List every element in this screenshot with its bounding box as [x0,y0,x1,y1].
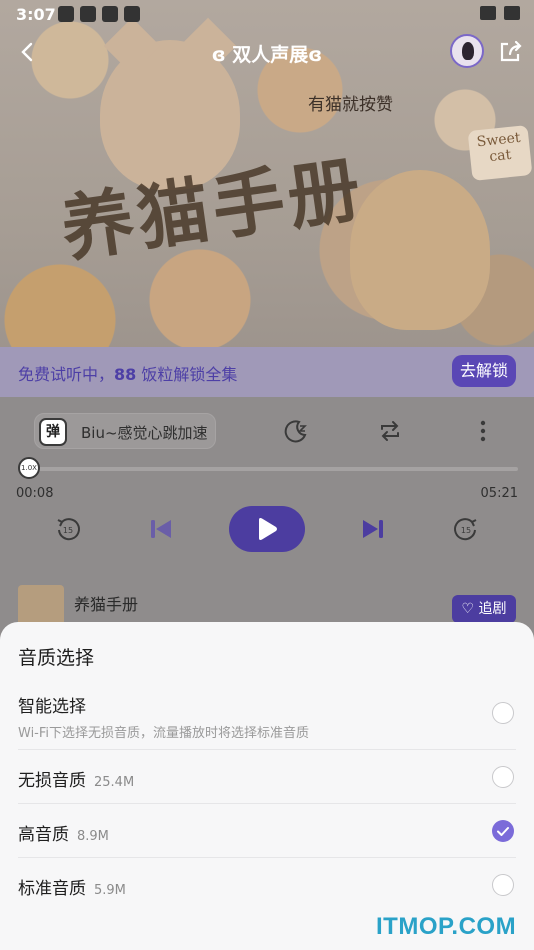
option-label: 高音质 [18,825,69,845]
danmu-tag: 弹 [39,418,67,446]
option-label: 无损音质 [18,771,86,791]
divider [18,803,516,804]
option-size: 8.9M [77,829,109,844]
quality-option-high[interactable]: 高音质 8.9M [18,820,516,845]
danmu-input[interactable]: 弹 Biu~感觉心跳加速 [34,413,216,449]
cover-caption: 有猫就按赞 [308,95,393,115]
svg-text:15: 15 [63,526,73,535]
option-size: 25.4M [94,775,135,790]
danmu-text: Biu~感觉心跳加速 [81,424,208,442]
author-avatar[interactable] [450,34,484,68]
current-time: 00:08 [16,486,54,501]
cover-art-title: 养猫手册 [56,145,370,272]
free-trial-prefix: 免费试听中， [18,365,115,384]
divider [18,749,516,750]
repeat-icon[interactable] [376,417,404,445]
play-button[interactable] [229,506,305,552]
status-bar: 3:07 [0,0,534,28]
notification-icon [58,6,74,22]
cover-cat-illustration-2 [350,170,490,330]
checkmark-icon [497,827,509,836]
quality-option-smart[interactable]: 智能选择 Wi-Fi下选择无损音质，流量播放时将选择标准音质 [18,692,516,741]
share-button[interactable] [496,38,524,66]
notification-icons [58,6,140,22]
notification-icon [80,6,96,22]
option-size: 5.9M [94,883,126,898]
radio-button[interactable] [492,874,514,896]
sheet-title: 音质选择 [18,647,95,669]
sleep-timer-icon[interactable] [281,417,309,445]
cover-sweet-badge: Sweet cat [467,125,533,181]
total-time: 05:21 [480,486,518,501]
more-icon[interactable] [469,417,497,445]
wifi-icon [480,6,496,20]
quality-option-standard[interactable]: 标准音质 5.9M [18,874,516,899]
svg-text:15: 15 [461,526,471,535]
audio-quality-sheet: 音质选择 智能选择 Wi-Fi下选择无损音质，流量播放时将选择标准音质 无损音质… [0,622,534,950]
radio-button[interactable] [492,702,514,724]
follow-button[interactable]: ♡ 追剧 [452,595,516,623]
battery-icon [504,6,520,20]
rewind-15-icon[interactable]: 15 [54,515,82,543]
notification-icon [102,6,118,22]
option-label: 智能选择 [18,697,86,717]
divider [18,857,516,858]
option-description: Wi-Fi下选择无损音质，流量播放时将选择标准音质 [18,726,310,741]
quality-option-lossless[interactable]: 无损音质 25.4M [18,766,516,791]
radio-button[interactable] [492,766,514,788]
episode-title: 养猫手册 [74,595,139,614]
forward-15-icon[interactable]: 15 [452,515,480,543]
site-watermark: ITMOP.COM [376,913,517,940]
option-label: 标准音质 [18,879,86,899]
free-trial-count: 88 [114,365,137,384]
free-trial-suffix: 饭粒解锁全集 [136,365,238,384]
top-bar: ɞ 双人声展ɞ [0,30,534,76]
play-icon [259,518,277,540]
free-trial-text: 免费试听中，88 饭粒解锁全集 [18,361,237,385]
episode-row[interactable]: 养猫手册 ♡ 追剧 [0,577,534,631]
system-icons [480,6,520,20]
unlock-button[interactable]: 去解锁 [452,355,516,387]
status-time: 3:07 [16,5,56,24]
progress-bar[interactable] [20,467,518,471]
free-trial-banner: 免费试听中，88 饭粒解锁全集 去解锁 [0,347,534,397]
previous-episode-icon[interactable] [147,515,175,543]
notification-icon [124,6,140,22]
progress-knob[interactable]: 1.0X [18,457,40,479]
next-episode-icon[interactable] [359,515,387,543]
share-icon [500,40,522,62]
radio-button-checked[interactable] [492,820,514,842]
